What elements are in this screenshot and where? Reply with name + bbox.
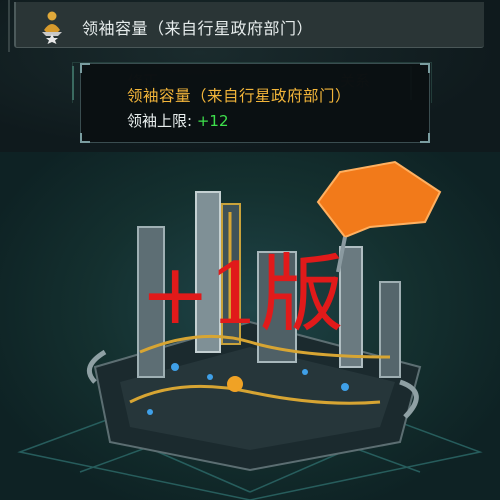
panel-edge [8,0,10,52]
tooltip-corner [80,63,90,73]
tooltip-stat-value: +12 [196,112,229,130]
building-artwork: +1版 [0,152,500,500]
leader-insignia-icon [42,11,62,44]
top-panel: 领袖容量（来自行星政府部门） 修正 关系 领袖容量（来自行星政府部门） 领袖上限… [0,0,500,152]
tower-far-right [339,246,363,368]
orange-flag [316,160,442,239]
orange-core-light [227,376,243,392]
background-tab-edge [72,66,74,100]
version-stamp: +1版 [140,245,344,343]
tooltip-stat-label: 领袖上限: [127,112,197,130]
tooltip-corner [420,63,430,73]
tooltip-corner [80,133,90,143]
tower-edge [379,281,401,378]
tooltip: 领袖容量（来自行星政府部门） 领袖上限: +12 [80,63,430,143]
modifier-label: 领袖容量（来自行星政府部门） [82,19,314,38]
tooltip-title: 领袖容量（来自行星政府部门） [127,87,352,105]
modifier-row[interactable]: 领袖容量（来自行星政府部门） [14,2,484,48]
tooltip-corner [420,133,430,143]
tooltip-stat-line: 领袖上限: +12 [127,110,228,131]
